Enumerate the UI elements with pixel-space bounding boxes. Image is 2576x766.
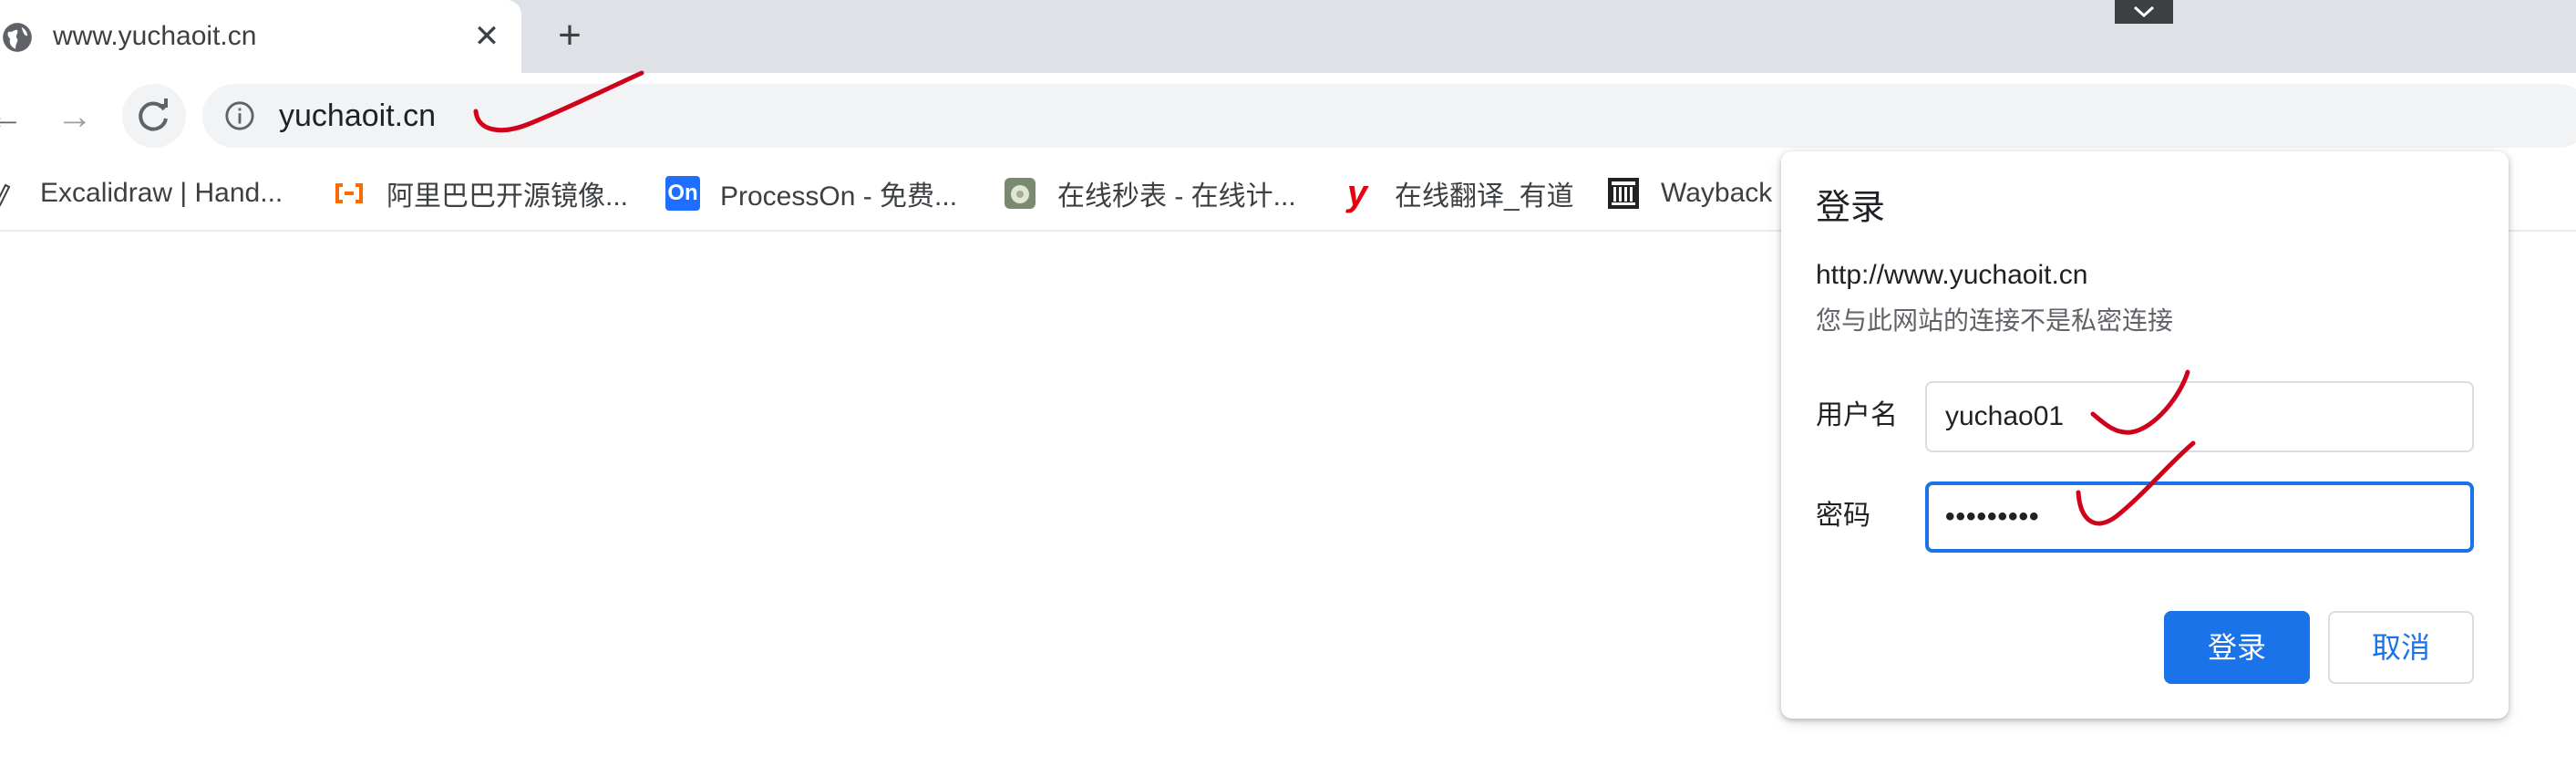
bookmark-excalidraw[interactable]: Excalidraw | Hand... — [0, 171, 283, 215]
cancel-button[interactable]: 取消 — [2328, 611, 2474, 684]
chevron-down-icon — [2133, 5, 2155, 18]
login-button[interactable]: 登录 — [2164, 611, 2310, 684]
bookmark-processon[interactable]: On ProcessOn - 免费... — [665, 171, 957, 215]
bookmark-wayback[interactable]: Wayback — [1606, 171, 1772, 215]
dialog-url: http://www.yuchaoit.cn — [1816, 260, 2088, 290]
connection-warning: 您与此网站的连接不是私密连接 — [1816, 306, 2174, 335]
reload-button[interactable] — [122, 84, 186, 148]
globe-icon — [3, 23, 32, 52]
bookmark-aliyun[interactable]: 阿里巴巴开源镜像... — [332, 171, 628, 215]
password-label: 密码 — [1816, 501, 1870, 531]
tab-active[interactable]: www.yuchaoit.cn ✕ — [0, 0, 521, 73]
back-button[interactable]: ← — [0, 91, 31, 142]
info-icon[interactable] — [224, 100, 255, 131]
password-field[interactable]: ••••••••• — [1925, 481, 2474, 553]
stopwatch-icon — [1003, 176, 1037, 211]
bookmark-label: Excalidraw | Hand... — [40, 178, 283, 208]
auth-dialog: 登录 http://www.yuchaoit.cn 您与此网站的连接不是私密连接… — [1781, 151, 2509, 719]
tab-close-icon[interactable]: ✕ — [469, 18, 505, 55]
processon-icon: On — [665, 176, 700, 211]
bookmark-label: Wayback — [1661, 178, 1773, 208]
username-label: 用户名 — [1816, 400, 1898, 430]
username-field[interactable]: yuchao01 — [1925, 381, 2474, 452]
bookmark-youdao[interactable]: y 在线翻译_有道 — [1340, 171, 1574, 215]
new-tab-button[interactable]: + — [547, 13, 592, 58]
tab-title: www.yuchaoit.cn — [53, 21, 257, 51]
tab-strip: www.yuchaoit.cn ✕ + — [0, 0, 2576, 73]
bookmark-stopwatch[interactable]: 在线秒表 - 在线计... — [1003, 171, 1296, 215]
toolbar: ← → yuchaoit.cn — [0, 73, 2576, 159]
tab-search-button[interactable] — [2115, 0, 2173, 24]
bookmark-label: 阿里巴巴开源镜像... — [386, 181, 629, 212]
address-text[interactable]: yuchaoit.cn — [279, 97, 436, 135]
forward-button[interactable]: → — [49, 91, 100, 142]
youdao-icon: y — [1346, 172, 1368, 213]
dialog-title: 登录 — [1816, 189, 1886, 227]
address-bar[interactable]: yuchaoit.cn — [202, 84, 2576, 148]
bookmark-label: 在线秒表 - 在线计... — [1057, 181, 1296, 212]
excalidraw-icon — [0, 176, 20, 211]
reload-icon — [139, 98, 168, 131]
aliyun-icon — [332, 176, 366, 211]
bookmark-label: 在线翻译_有道 — [1395, 181, 1574, 212]
wayback-icon — [1606, 176, 1641, 211]
bookmark-label: ProcessOn - 免费... — [720, 181, 958, 212]
